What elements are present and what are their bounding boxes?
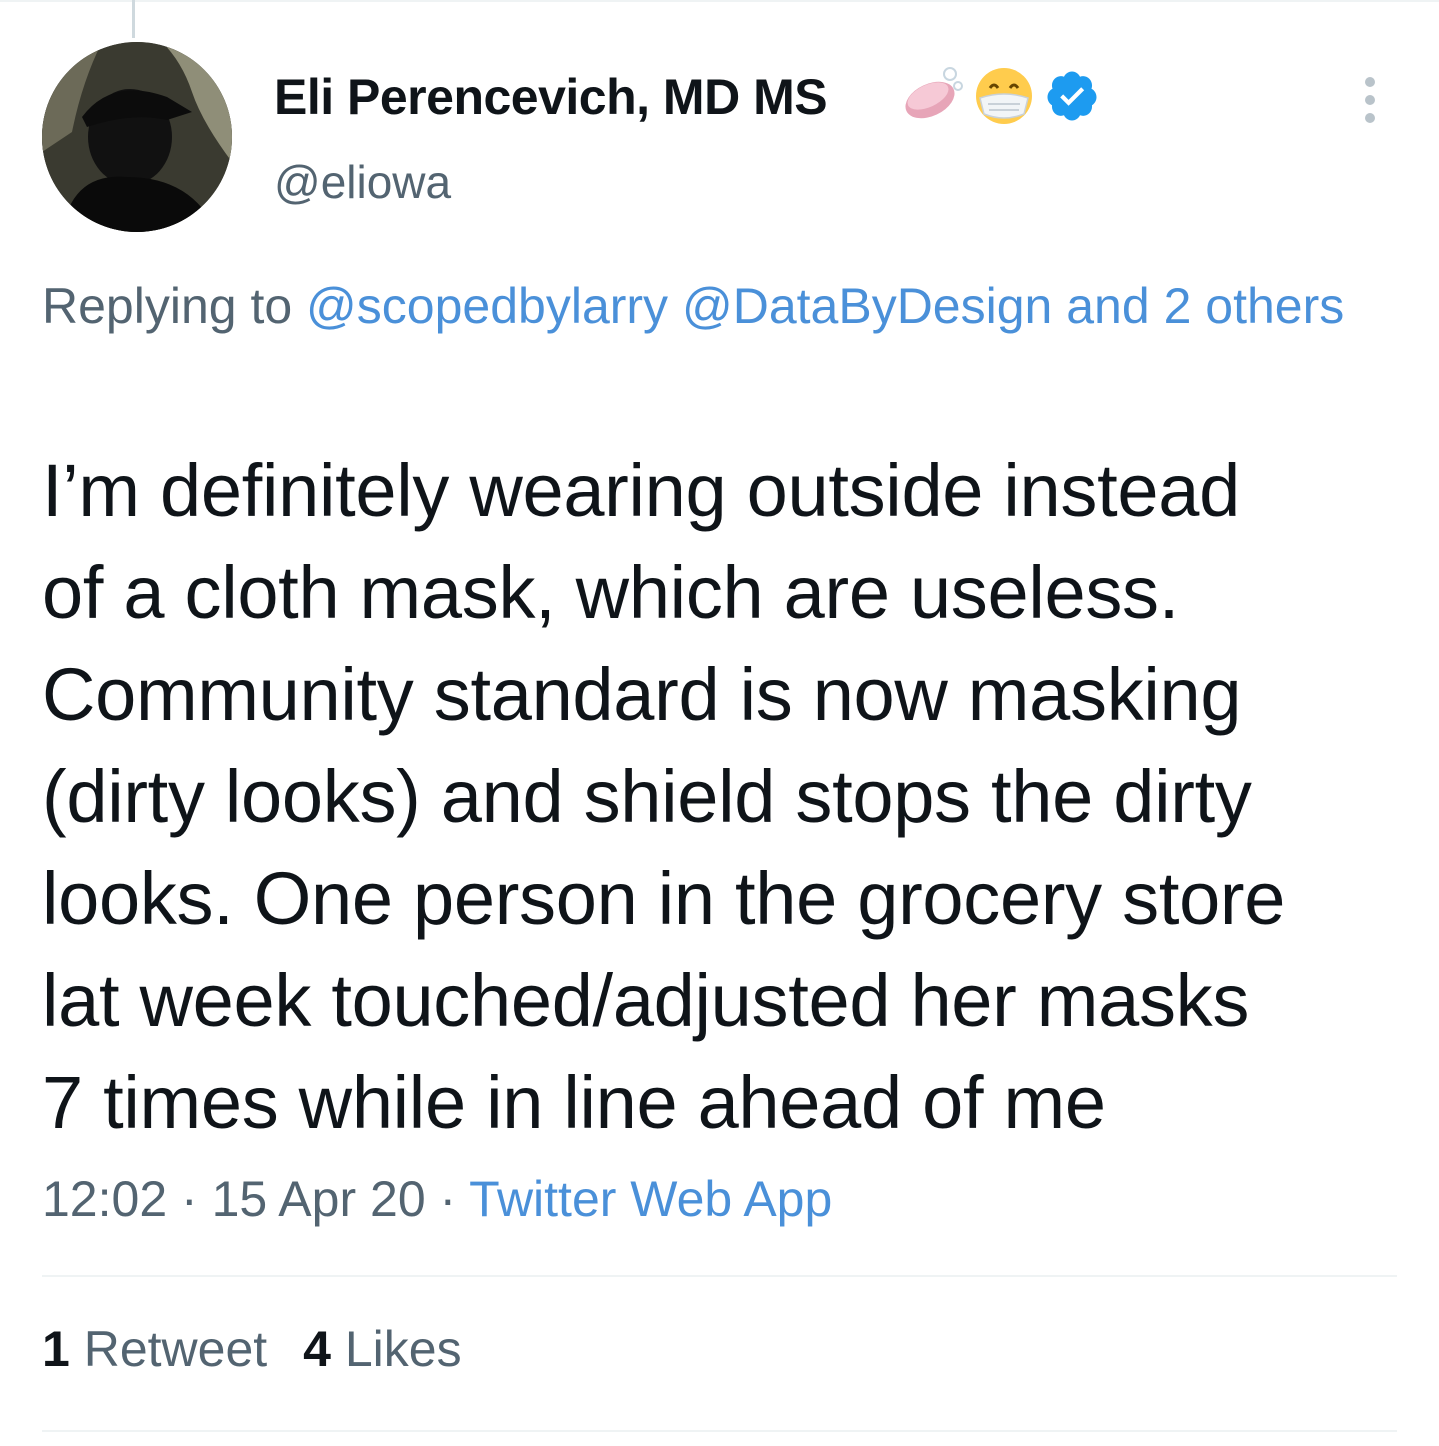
engagement-stats: 1 Retweet 4 Likes	[42, 1320, 498, 1378]
reply-mention-link[interactable]: @DataByDesign	[682, 278, 1052, 334]
avatar[interactable]	[42, 42, 232, 232]
avatar-photo	[42, 42, 232, 232]
more-options-icon[interactable]	[1350, 72, 1390, 128]
retweets-stat[interactable]: 1 Retweet	[42, 1321, 267, 1377]
thread-connector-line	[132, 0, 135, 38]
likes-stat[interactable]: 4 Likes	[303, 1321, 461, 1377]
face-with-medical-mask-emoji-icon	[972, 64, 1036, 133]
divider	[42, 1275, 1397, 1277]
replying-to: Replying to @scopedbylarry @DataByDesign…	[42, 270, 1402, 342]
replying-to-label: Replying to	[42, 278, 307, 334]
soap-emoji-icon	[900, 64, 964, 133]
retweet-count: 1	[42, 1321, 70, 1377]
meta-separator: ·	[167, 1171, 212, 1227]
author-name[interactable]: Eli Perencevich, MD MS	[274, 68, 828, 126]
tweet-metadata: 12:02 · 15 Apr 20 · Twitter Web App	[42, 1170, 832, 1228]
divider	[42, 1430, 1397, 1432]
tweet-body-text: I’m definitely wearing outside instead o…	[42, 449, 1286, 1144]
source-app-link[interactable]: Twitter Web App	[469, 1171, 832, 1227]
retweet-label: Retweet	[83, 1321, 268, 1377]
reply-mention-link[interactable]: @scopedbylarry	[306, 278, 668, 334]
like-count: 4	[303, 1321, 331, 1377]
tweet-date[interactable]: 15 Apr 20	[212, 1171, 426, 1227]
name-emoji-group	[900, 66, 1100, 130]
reply-others-link[interactable]: and 2 others	[1066, 278, 1344, 334]
like-label: Likes	[344, 1321, 462, 1377]
author-handle[interactable]: @eliowa	[274, 155, 451, 209]
top-border	[0, 0, 1439, 2]
tweet-time[interactable]: 12:02	[42, 1171, 167, 1227]
verified-badge-icon[interactable]	[1044, 68, 1100, 129]
meta-separator: ·	[425, 1171, 470, 1227]
